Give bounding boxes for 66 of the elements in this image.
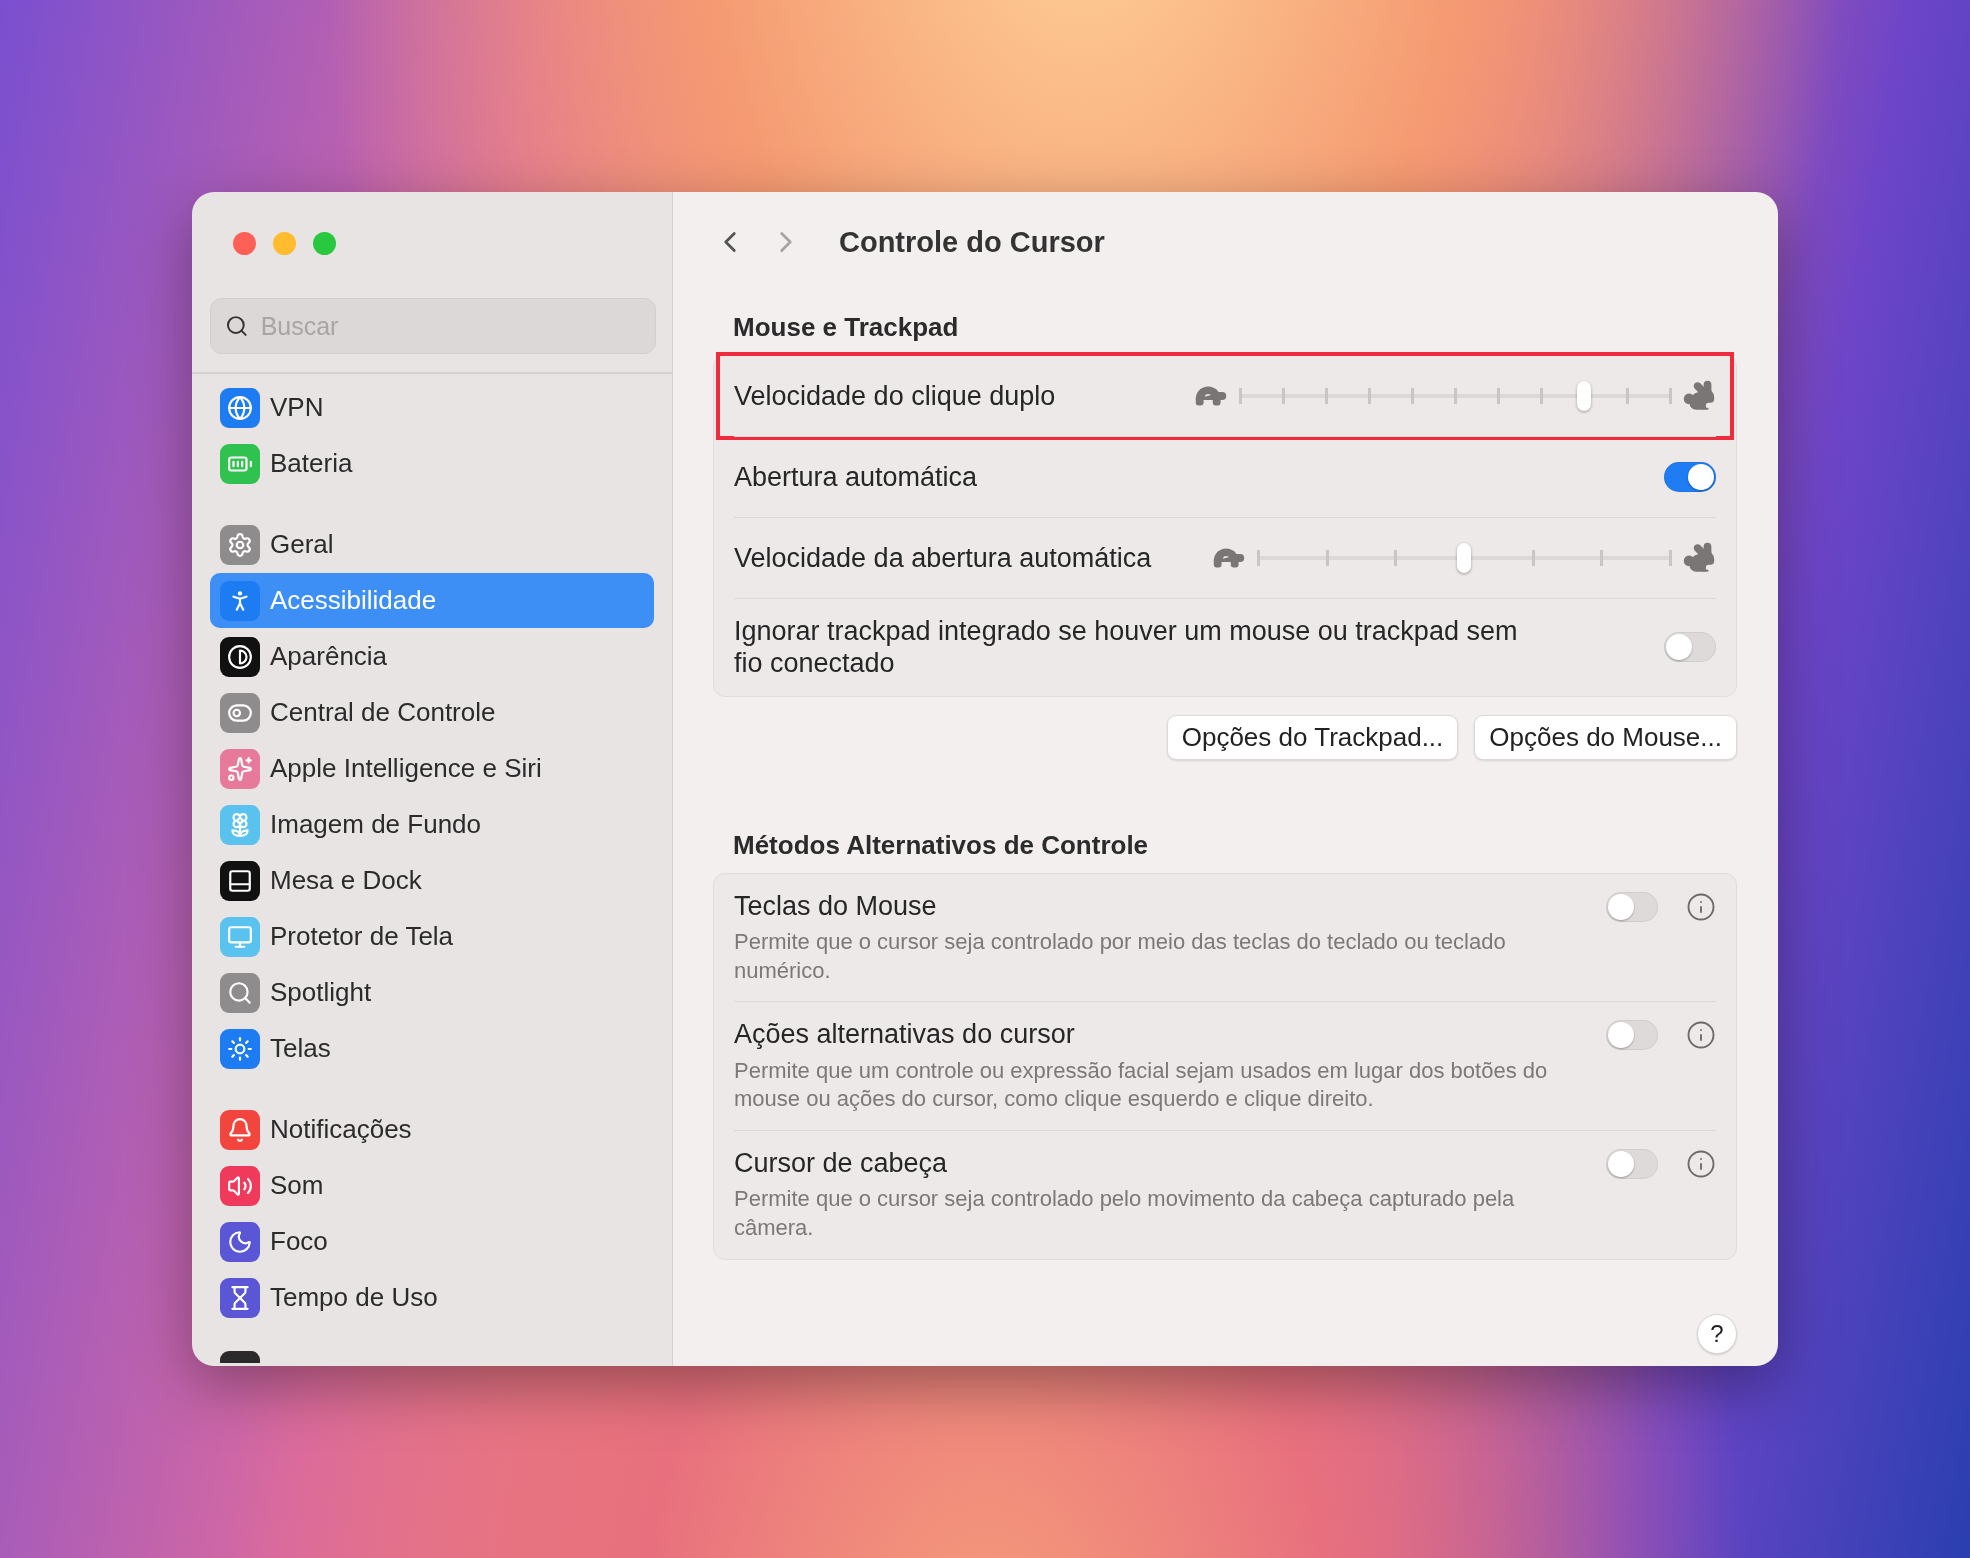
globe-icon [220, 387, 260, 428]
sidebar-item[interactable]: Telas [210, 1021, 654, 1076]
window-title: Controle do Cursor [839, 225, 1105, 259]
setting-description: Permite que um controle ou expressão facial sejam usados em lugar dos botões do mouse ou ações do cursor, como clique esquerdo e clique direito. [734, 1056, 1549, 1114]
slider-track[interactable] [1240, 381, 1670, 411]
gear-icon [220, 524, 260, 565]
setting-label: Ações alternativas do cursor [734, 1018, 1076, 1051]
speaker-icon [220, 1165, 260, 1206]
toggle-switch[interactable] [1664, 462, 1716, 492]
sidebar-item[interactable]: Central de Controle [210, 685, 654, 740]
setting-label: Velocidade da abertura automática [734, 541, 1153, 575]
sidebar-item[interactable]: Tempo de Uso [210, 1270, 654, 1325]
app-icon [220, 1351, 260, 1363]
setting-label: Abertura automática [734, 460, 979, 494]
info-icon[interactable] [1686, 1020, 1716, 1051]
slider-track[interactable] [1258, 543, 1670, 573]
bell-icon [220, 1109, 260, 1150]
help-button[interactable]: ? [1697, 1314, 1737, 1354]
sidebar-item[interactable]: Aparência [210, 629, 654, 684]
sidebar-item[interactable]: Notificações [210, 1102, 654, 1157]
minimize-button[interactable] [273, 232, 296, 255]
setting-label: Cursor de cabeça [734, 1146, 949, 1180]
search-icon [220, 972, 260, 1013]
sidebar-item[interactable]: Bateria [210, 436, 654, 491]
sidebar-item[interactable]: Geral [210, 517, 654, 572]
sidebar-item[interactable]: Apple Intelligence e Siri [210, 741, 654, 796]
sidebar-item[interactable]: Spotlight [210, 965, 654, 1020]
setting-label: Velocidade do clique duplo [734, 379, 1057, 413]
sidebar-item[interactable]: Imagem de Fundo [210, 797, 654, 852]
rabbit-icon [1682, 379, 1716, 413]
toggle-switch[interactable] [1606, 1148, 1658, 1179]
slider-thumb[interactable] [1577, 381, 1591, 411]
accessibility-icon [220, 580, 260, 621]
toggle-switch[interactable] [1606, 1020, 1658, 1051]
moon-icon [220, 1221, 260, 1262]
setting-label: Ignorar trackpad integrado se houver um mouse ou trackpad sem fio conectado [734, 615, 1519, 680]
sparkles-icon [220, 748, 260, 789]
sidebar-item[interactable]: Som [210, 1158, 654, 1213]
slider-thumb[interactable] [1457, 543, 1471, 573]
toggle-switch[interactable] [1606, 891, 1658, 922]
dock-icon [220, 860, 260, 901]
options-button[interactable]: Opções do Trackpad... [1166, 714, 1459, 760]
battery-icon [220, 443, 260, 484]
search-icon [225, 313, 249, 339]
zoom-button[interactable] [313, 232, 336, 255]
sidebar-item[interactable]: Foco [210, 1214, 654, 1269]
sun-icon [220, 1028, 260, 1069]
flower-icon [220, 804, 260, 845]
monitor-icon [220, 916, 260, 957]
toggle-switch[interactable] [1664, 632, 1716, 663]
sidebar-item[interactable]: VPN [210, 380, 654, 435]
close-button[interactable] [233, 232, 256, 255]
section-title: Métodos Alternativos de Controle [733, 829, 1150, 861]
rabbit-icon [1682, 541, 1716, 575]
toggles-icon [220, 692, 260, 733]
setting-label: Teclas do Mouse [734, 889, 938, 923]
sidebar-item[interactable]: Protetor de Tela [210, 909, 654, 964]
info-icon[interactable] [1686, 891, 1716, 922]
contrast-icon [220, 636, 260, 677]
hourglass-icon [220, 1277, 260, 1318]
section-title: Mouse e Trackpad [733, 312, 960, 343]
sidebar-item[interactable]: Mesa e Dock [210, 853, 654, 908]
info-icon[interactable] [1686, 1148, 1716, 1179]
options-button[interactable]: Opções do Mouse... [1474, 714, 1737, 760]
setting-description: Permite que o cursor seja controlado por meio das teclas do teclado ou teclado numérico. [734, 928, 1507, 985]
setting-description: Permite que o cursor seja controlado pelo movimento da cabeça capturado pela câmera. [734, 1185, 1516, 1242]
